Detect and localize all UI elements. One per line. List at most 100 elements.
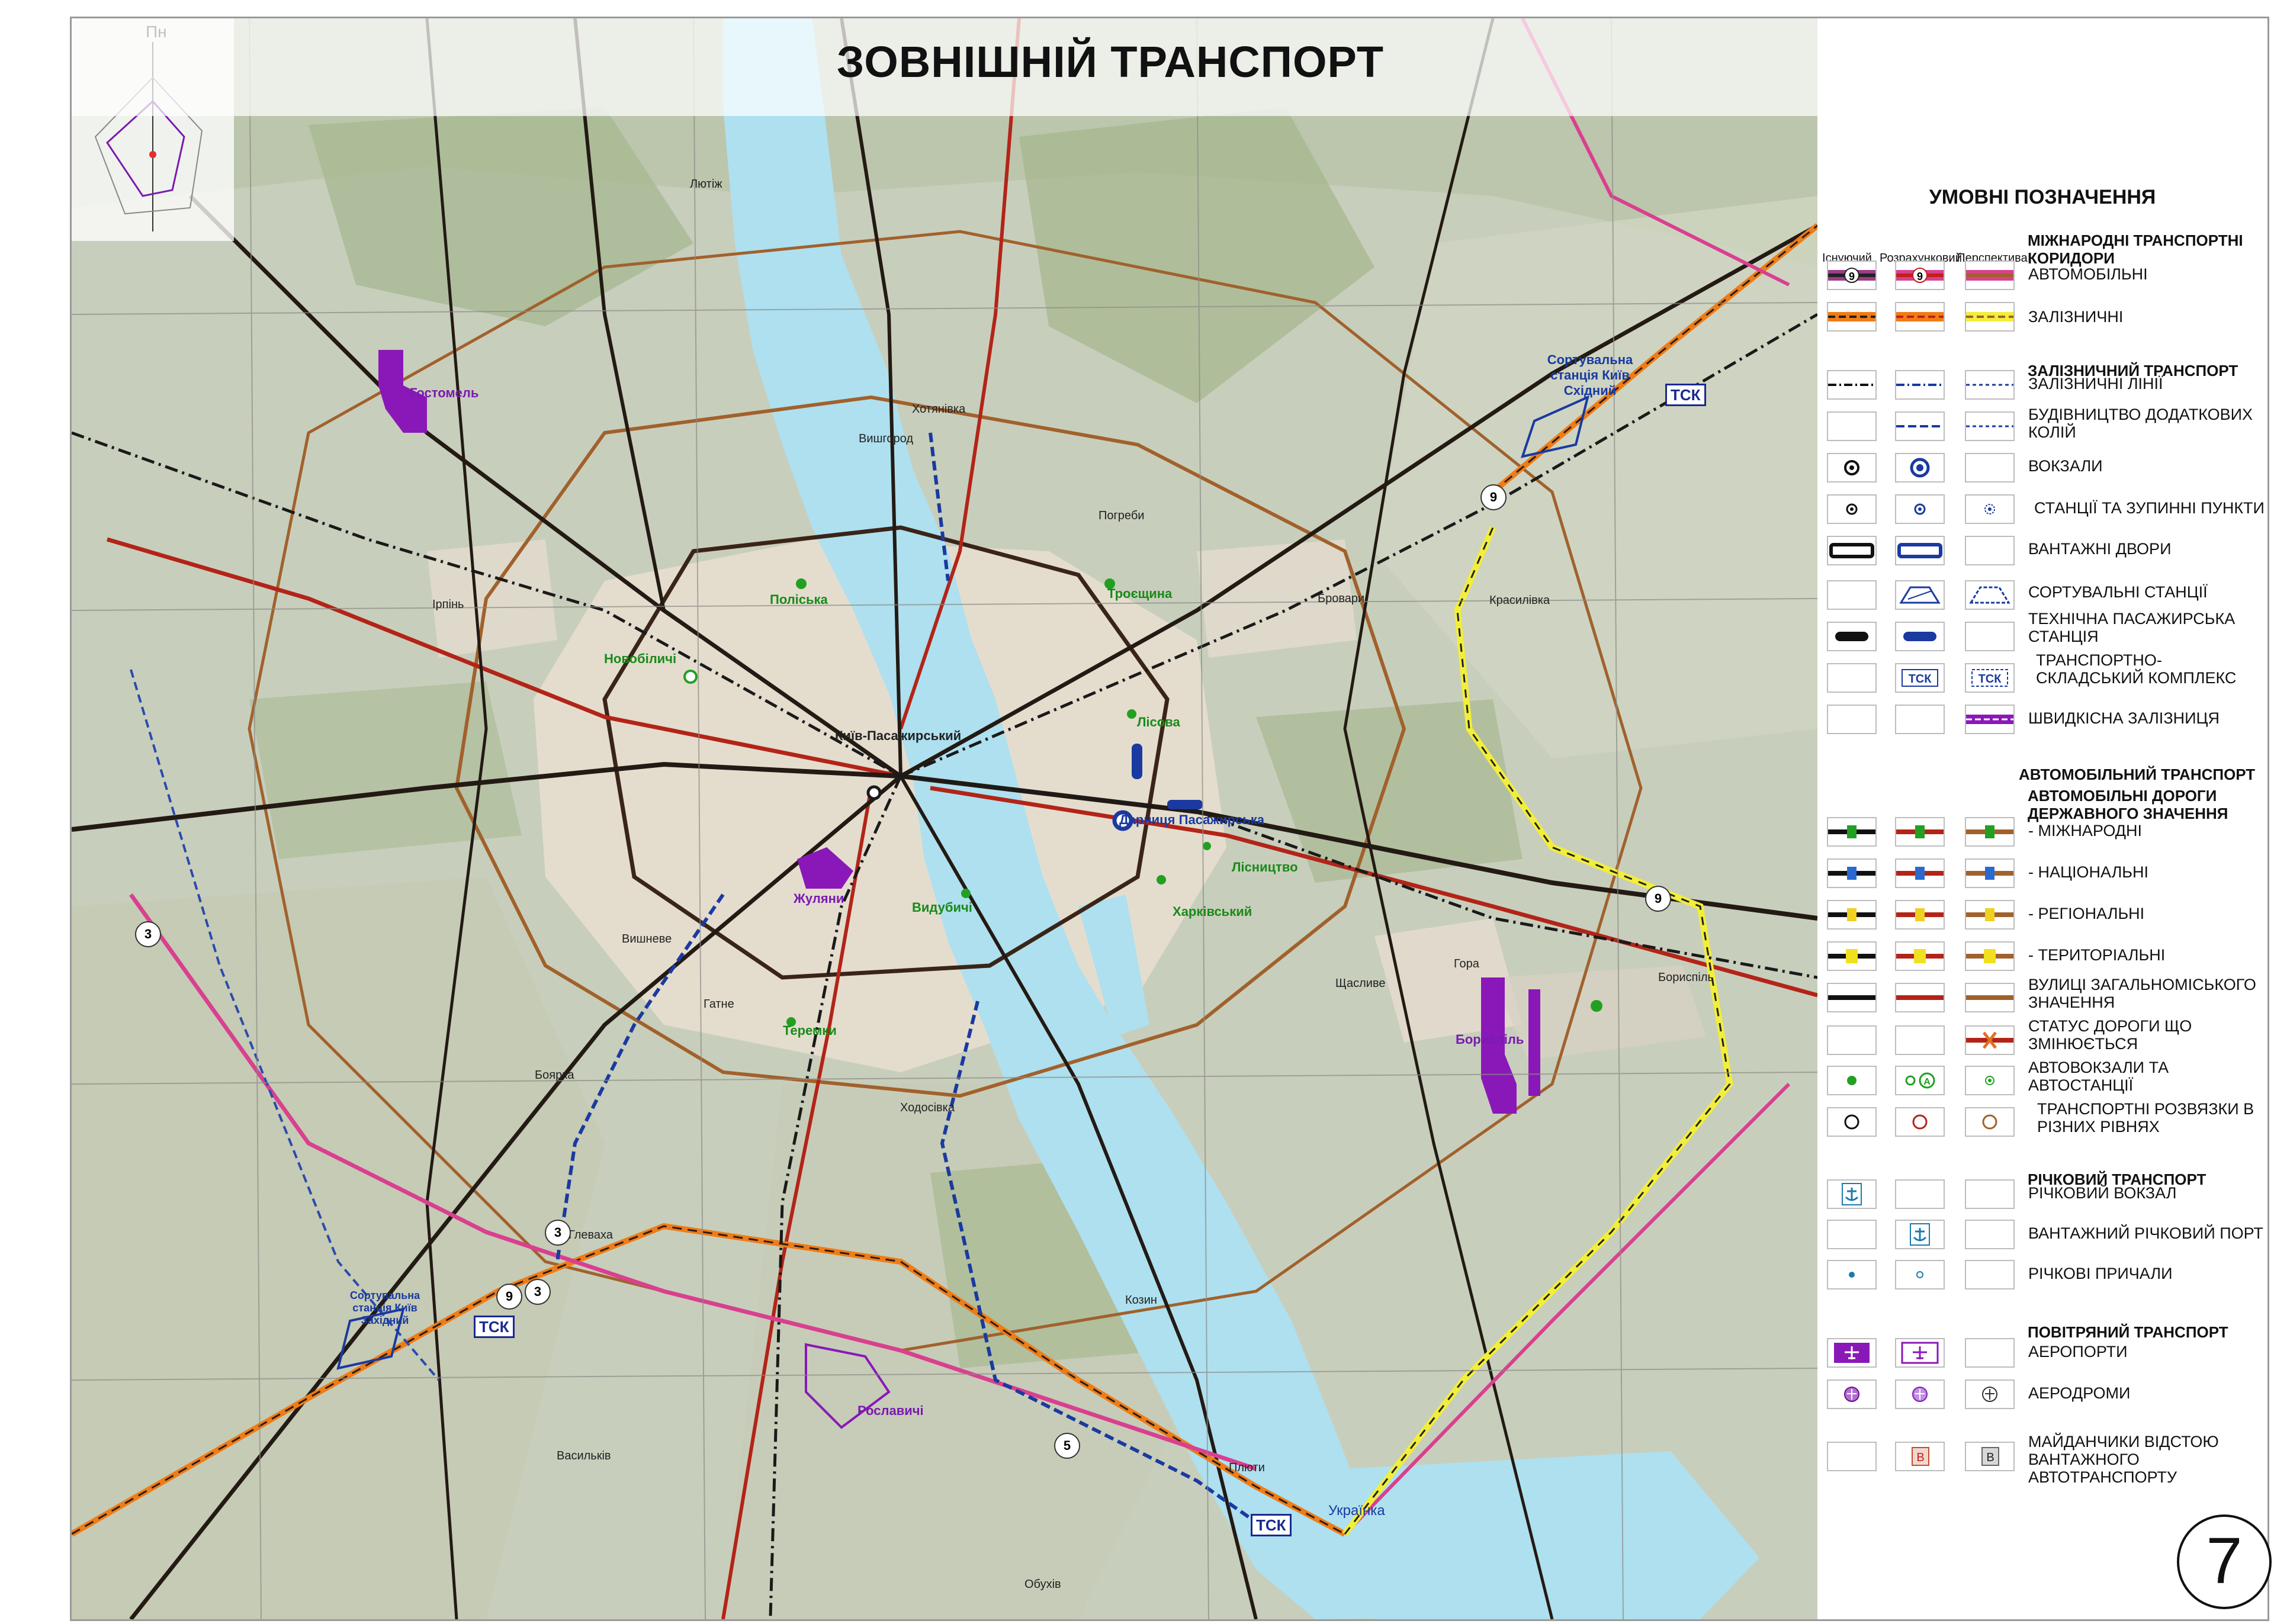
truck-park-icon: В [1912, 1447, 1929, 1466]
legend-section-auto: АВТОМОБІЛЬНИЙ ТРАНСПОРТ [2019, 766, 2256, 783]
route-badge: 9 [1645, 886, 1671, 912]
map-drawing [72, 18, 1817, 1619]
legend-label: РІЧКОВІ ПРИЧАЛИ [2028, 1265, 2173, 1282]
map-canvas[interactable] [72, 18, 1817, 1619]
legend-swatch [1827, 302, 1877, 332]
legend-swatch [1965, 983, 2015, 1012]
legend-swatch [1895, 941, 1945, 971]
map-label-kyiv-skhidnyi: Сортувальна станція Київ Східний [1547, 352, 1633, 398]
legend-swatch [1827, 817, 1877, 847]
legend-label: ЗАЛІЗНИЧНІ ЛІНІЇ [2028, 375, 2163, 393]
legend-label: ТРАНСПОРТНІ РОЗВЯЗКИ В РІЗНИХ РІВНЯХ [2037, 1100, 2254, 1136]
map-label-lisova: Лісова [1137, 715, 1180, 729]
legend-swatch [1895, 900, 1945, 930]
sheet-number: 7 [2177, 1514, 2272, 1609]
legend-swatch: В [1895, 1442, 1945, 1471]
legend-swatch [1895, 1260, 1945, 1289]
legend-swatch [1965, 705, 2015, 734]
legend-swatch [1827, 1260, 1877, 1289]
legend-swatch [1965, 1179, 2015, 1209]
legend-label: ВАНТАЖНИЙ РІЧКОВИЙ ПОРТ [2028, 1224, 2263, 1242]
legend-title: УМОВНІ ПОЗНАЧЕННЯ [1929, 186, 2156, 208]
route-badge: 3 [525, 1279, 551, 1305]
map-label-krasylivka: Красилівка [1489, 594, 1550, 607]
legend-swatch [1827, 1338, 1877, 1368]
legend-swatch: ТСК [1965, 663, 2015, 693]
map-label-ukrainka: Українка [1328, 1503, 1385, 1519]
map-label-irpin: Ірпінь [432, 598, 464, 611]
legend-swatch [1965, 900, 2015, 930]
route-badge: 5 [1054, 1433, 1080, 1459]
legend-swatch [1895, 817, 1945, 847]
legend-swatch [1827, 1220, 1877, 1249]
legend-label: ВУЛИЦІ ЗАГАЛЬНОМІСЬКОГО ЗНАЧЕННЯ [2028, 976, 2256, 1011]
legend-swatch [1895, 1025, 1945, 1055]
map-label-novobilychi: Новобіличі [604, 651, 677, 666]
legend-swatch [1827, 1107, 1877, 1137]
legend-swatch [1965, 302, 2015, 332]
legend-swatch [1895, 858, 1945, 888]
legend-label: МАЙДАНЧИКИ ВІДСТОЮ ВАНТАЖНОГО АВТОТРАНСП… [2028, 1433, 2219, 1486]
legend-label: АВТОВОКЗАЛИ ТА АВТОСТАНЦІЇ [2028, 1059, 2169, 1094]
legend-label: - МІЖНАРОДНІ [2028, 822, 2143, 840]
legend-section-air: ПОВІТРЯНИЙ ТРАНСПОРТ [2028, 1323, 2228, 1341]
legend-swatch [1965, 817, 2015, 847]
legend-panel: УМОВНІ ПОЗНАЧЕННЯ Існуючий стан Розрахун… [1817, 18, 2267, 1619]
aerodrome-icon [1844, 1387, 1859, 1402]
legend-swatch: 9 [1827, 261, 1877, 290]
legend-label: ТЕХНІЧНА ПАСАЖИРСЬКА СТАНЦІЯ [2028, 610, 2236, 645]
legend-swatch [1965, 1025, 2015, 1055]
legend-swatch [1895, 705, 1945, 734]
legend-swatch [1895, 1107, 1945, 1137]
tck-label: ТСК [1251, 1514, 1292, 1536]
legend-swatch [1965, 941, 2015, 971]
legend-swatch [1895, 536, 1945, 565]
legend-swatch [1827, 705, 1877, 734]
map-label-hatne: Гатне [704, 998, 734, 1011]
legend-swatch [1827, 1379, 1877, 1409]
route-badge: 9 [496, 1284, 522, 1310]
legend-badge-text: 9 [1849, 271, 1855, 282]
legend-swatch [1895, 370, 1945, 400]
legend-swatch [1895, 983, 1945, 1012]
legend-swatch [1965, 411, 2015, 441]
legend-badge-text: А [1923, 1077, 1931, 1087]
tck-label: ТСК [474, 1316, 515, 1338]
map-label-hostomel: Гостомель [410, 385, 479, 400]
legend-swatch: ТСК [1895, 663, 1945, 693]
map-label-vyshneve: Вишневе [622, 932, 672, 946]
legend-swatch [1827, 858, 1877, 888]
legend-swatch [1965, 453, 2015, 483]
legend-swatch [1827, 1179, 1877, 1209]
map-label-teremky: Теремки [783, 1023, 837, 1038]
legend-label: АЕРОДРОМИ [2028, 1384, 2131, 1402]
map-label-hlevakha: Глеваха [568, 1229, 613, 1242]
legend-swatch [1827, 370, 1877, 400]
legend-badge-text: В [1986, 1451, 1994, 1464]
aerodrome-icon [1982, 1387, 1997, 1402]
legend-label: РІЧКОВИЙ ВОКЗАЛ [2028, 1184, 2177, 1202]
legend-swatch [1965, 622, 2015, 651]
map-label-kyiv-pasazhyrskyi: Київ-Пасажирський [835, 728, 962, 743]
legend-label: ЗАЛІЗНИЧНІ [2028, 308, 2124, 326]
map-label-lisnytstvo: Лісництво [1232, 860, 1298, 874]
legend-swatch [1827, 494, 1877, 524]
truck-park-icon: В [1981, 1447, 1999, 1466]
legend-swatch [1895, 494, 1945, 524]
airplane-icon [1901, 1342, 1939, 1364]
legend-label: СОРТУВАЛЬНІ СТАНЦІЇ [2028, 583, 2208, 601]
legend-swatch: 9 [1895, 261, 1945, 290]
map-label-vydubychi: Видубичі [912, 900, 972, 915]
legend-label: СТАНЦІЇ ТА ЗУПИННІ ПУНКТИ [2034, 499, 2265, 517]
legend-label: СТАТУС ДОРОГИ ЩО ЗМІНЮЄТЬСЯ [2028, 1017, 2192, 1053]
page-title: ЗОВНІШНІЙ ТРАНСПОРТ [836, 37, 1385, 86]
legend-badge-text: 9 [1917, 271, 1923, 282]
map-label-pliuty: Плюти [1229, 1461, 1265, 1474]
legend-swatch: А [1895, 1066, 1945, 1095]
map-label-poliska: Поліська [770, 592, 828, 607]
legend-swatch [1895, 1338, 1945, 1368]
map-label-kozyn: Козин [1125, 1294, 1157, 1307]
legend-swatch [1827, 983, 1877, 1012]
legend-swatch [1827, 1066, 1877, 1095]
anchor-icon [1910, 1223, 1930, 1246]
